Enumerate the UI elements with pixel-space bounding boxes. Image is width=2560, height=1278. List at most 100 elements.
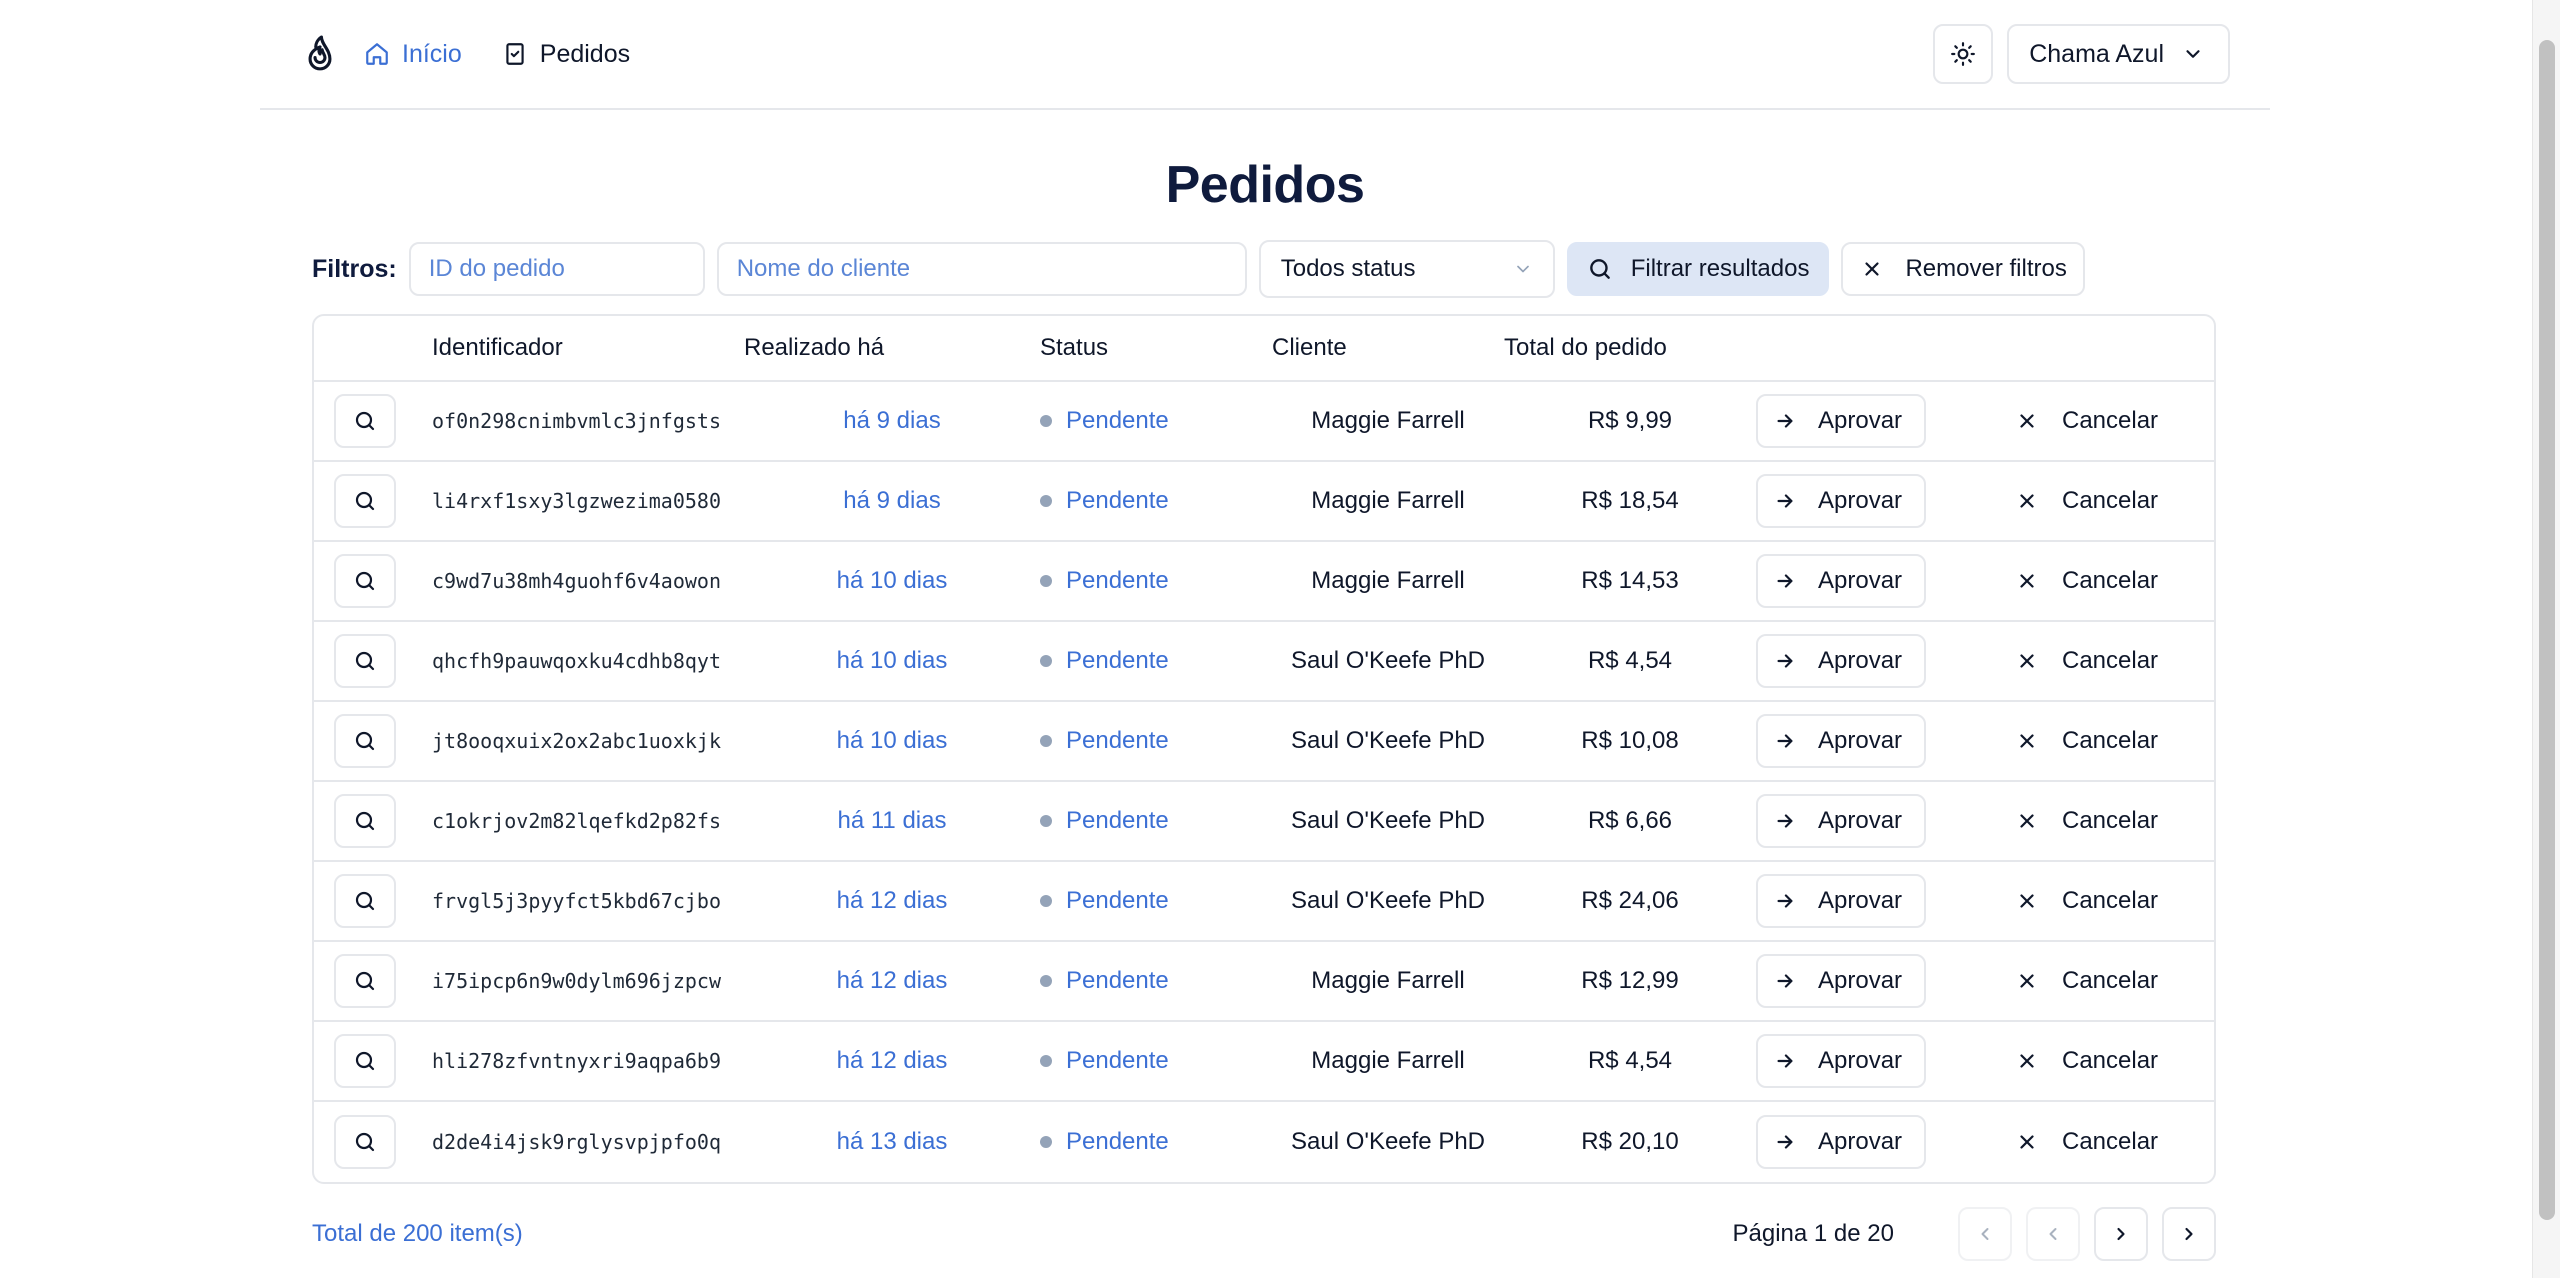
close-icon: [2020, 734, 2034, 748]
cancel-button[interactable]: Cancelar: [2006, 967, 2206, 995]
client-name: Saul O'Keefe PhD: [1290, 1128, 1486, 1155]
approve-label: Aprovar: [1818, 1128, 1903, 1155]
row-detail-cell: [314, 954, 432, 1008]
cancel-label: Cancelar: [2062, 647, 2159, 674]
row-detail-cell: [314, 874, 432, 928]
client-name: Maggie Farrell: [1311, 967, 1465, 994]
status-label: Pendente: [1066, 1047, 1169, 1074]
home-icon: [366, 43, 388, 65]
status-dot: [1040, 655, 1052, 667]
approve-button[interactable]: Aprovar: [1756, 634, 1926, 688]
approve-cell: Aprovar: [1756, 634, 2006, 688]
approve-button[interactable]: Aprovar: [1756, 874, 1926, 928]
account-menu-button[interactable]: Chama Azul: [2007, 24, 2230, 84]
approve-button[interactable]: Aprovar: [1756, 554, 1926, 608]
cancel-button[interactable]: Cancelar: [2006, 887, 2206, 915]
scrollbar[interactable]: [2532, 0, 2560, 1278]
status-badge: Pendente: [1040, 647, 1272, 675]
close-icon: [1865, 262, 1880, 276]
arrow-right-icon: [1777, 894, 1793, 908]
order-id-input[interactable]: ID do pedido: [408, 242, 705, 296]
view-order-button[interactable]: [334, 954, 396, 1008]
status-dot: [1040, 1136, 1052, 1148]
approve-cell: Aprovar: [1756, 474, 2006, 528]
row-detail-cell: [314, 794, 432, 848]
client-name: Saul O'Keefe PhD: [1290, 727, 1486, 754]
table-row: of0n298cnimbvmlc3jnfgsts há 9 dias Pende…: [314, 382, 2214, 462]
arrow-right-icon: [1777, 734, 1793, 748]
cancel-button[interactable]: Cancelar: [2006, 407, 2206, 435]
status-cell: Pendente: [1040, 407, 1272, 435]
scrollbar-thumb[interactable]: [2539, 40, 2555, 1220]
view-order-button[interactable]: [334, 1034, 396, 1088]
approve-button[interactable]: Aprovar: [1756, 1034, 1926, 1088]
cancel-cell: Cancelar: [2006, 487, 2206, 515]
flame-logo-icon[interactable]: [300, 34, 340, 74]
approve-button[interactable]: Aprovar: [1756, 474, 1926, 528]
view-order-button[interactable]: [334, 474, 396, 528]
cancel-button[interactable]: Cancelar: [2006, 727, 2206, 755]
nav-orders-link[interactable]: Pedidos: [502, 40, 630, 69]
cancel-cell: Cancelar: [2006, 1047, 2206, 1075]
cancel-button[interactable]: Cancelar: [2006, 1047, 2206, 1075]
chevron-left-icon: [2049, 1228, 2057, 1240]
order-id: c1okrjov2m82lqefkd2p82fs: [432, 809, 721, 833]
first-page-button[interactable]: [1958, 1207, 2012, 1261]
order-total: R$ 24,06: [1581, 887, 1679, 914]
order-date: há 9 dias: [843, 407, 941, 434]
status-label: Pendente: [1066, 967, 1169, 994]
approve-label: Aprovar: [1818, 1047, 1903, 1074]
client-name: Maggie Farrell: [1311, 1047, 1465, 1074]
cancel-button[interactable]: Cancelar: [2006, 1128, 2206, 1156]
cancel-button[interactable]: Cancelar: [2006, 487, 2206, 515]
close-icon: [2020, 1135, 2034, 1149]
prev-page-button[interactable]: [2026, 1207, 2080, 1261]
clear-filters-button[interactable]: Remover filtros: [1841, 242, 2085, 296]
view-order-button[interactable]: [334, 874, 396, 928]
theme-toggle-button[interactable]: [1933, 24, 1994, 84]
search-icon: [355, 811, 375, 831]
view-order-button[interactable]: [334, 634, 396, 688]
cancel-label: Cancelar: [2062, 967, 2159, 994]
approve-button[interactable]: Aprovar: [1756, 794, 1926, 848]
approve-label: Aprovar: [1818, 967, 1903, 994]
status-dot: [1040, 1055, 1052, 1067]
last-page-button[interactable]: [2162, 1207, 2216, 1261]
cancel-button[interactable]: Cancelar: [2006, 567, 2206, 595]
status-dot: [1040, 895, 1052, 907]
next-page-button[interactable]: [2094, 1207, 2148, 1261]
approve-button[interactable]: Aprovar: [1756, 394, 1926, 448]
view-order-button[interactable]: [334, 1115, 396, 1169]
order-date: há 11 dias: [837, 807, 947, 834]
arrow-right-icon: [1777, 1135, 1793, 1149]
order-date: há 12 dias: [836, 1047, 948, 1074]
cancel-button[interactable]: Cancelar: [2006, 807, 2206, 835]
arrow-right-icon: [1777, 1054, 1793, 1068]
order-total: R$ 10,08: [1581, 727, 1679, 754]
header-total: Total do pedido: [1504, 334, 1667, 361]
view-order-button[interactable]: [334, 554, 396, 608]
status-select[interactable]: Todos status: [1258, 240, 1555, 298]
cancel-button[interactable]: Cancelar: [2006, 647, 2206, 675]
status-cell: Pendente: [1040, 967, 1272, 995]
client-name: Maggie Farrell: [1311, 567, 1465, 594]
receipt-icon: [506, 43, 524, 65]
close-icon: [2020, 494, 2034, 508]
status-badge: Pendente: [1040, 1047, 1272, 1075]
approve-button[interactable]: Aprovar: [1756, 954, 1926, 1008]
approve-button[interactable]: Aprovar: [1756, 714, 1926, 768]
status-label: Pendente: [1066, 887, 1169, 914]
view-order-button[interactable]: [334, 394, 396, 448]
order-total: R$ 4,54: [1587, 1047, 1673, 1074]
customer-name-input[interactable]: Nome do cliente: [716, 242, 1247, 296]
view-order-button[interactable]: [334, 794, 396, 848]
order-date: há 9 dias: [843, 487, 941, 514]
apply-filters-button[interactable]: Filtrar resultados: [1566, 242, 1830, 296]
approve-label: Aprovar: [1818, 727, 1903, 754]
nav-home-link[interactable]: Início: [364, 40, 462, 69]
client-name: Maggie Farrell: [1311, 407, 1465, 434]
view-order-button[interactable]: [334, 714, 396, 768]
approve-button[interactable]: Aprovar: [1756, 1115, 1926, 1169]
page-title: Pedidos: [1165, 156, 1365, 214]
cancel-label: Cancelar: [2062, 407, 2159, 434]
